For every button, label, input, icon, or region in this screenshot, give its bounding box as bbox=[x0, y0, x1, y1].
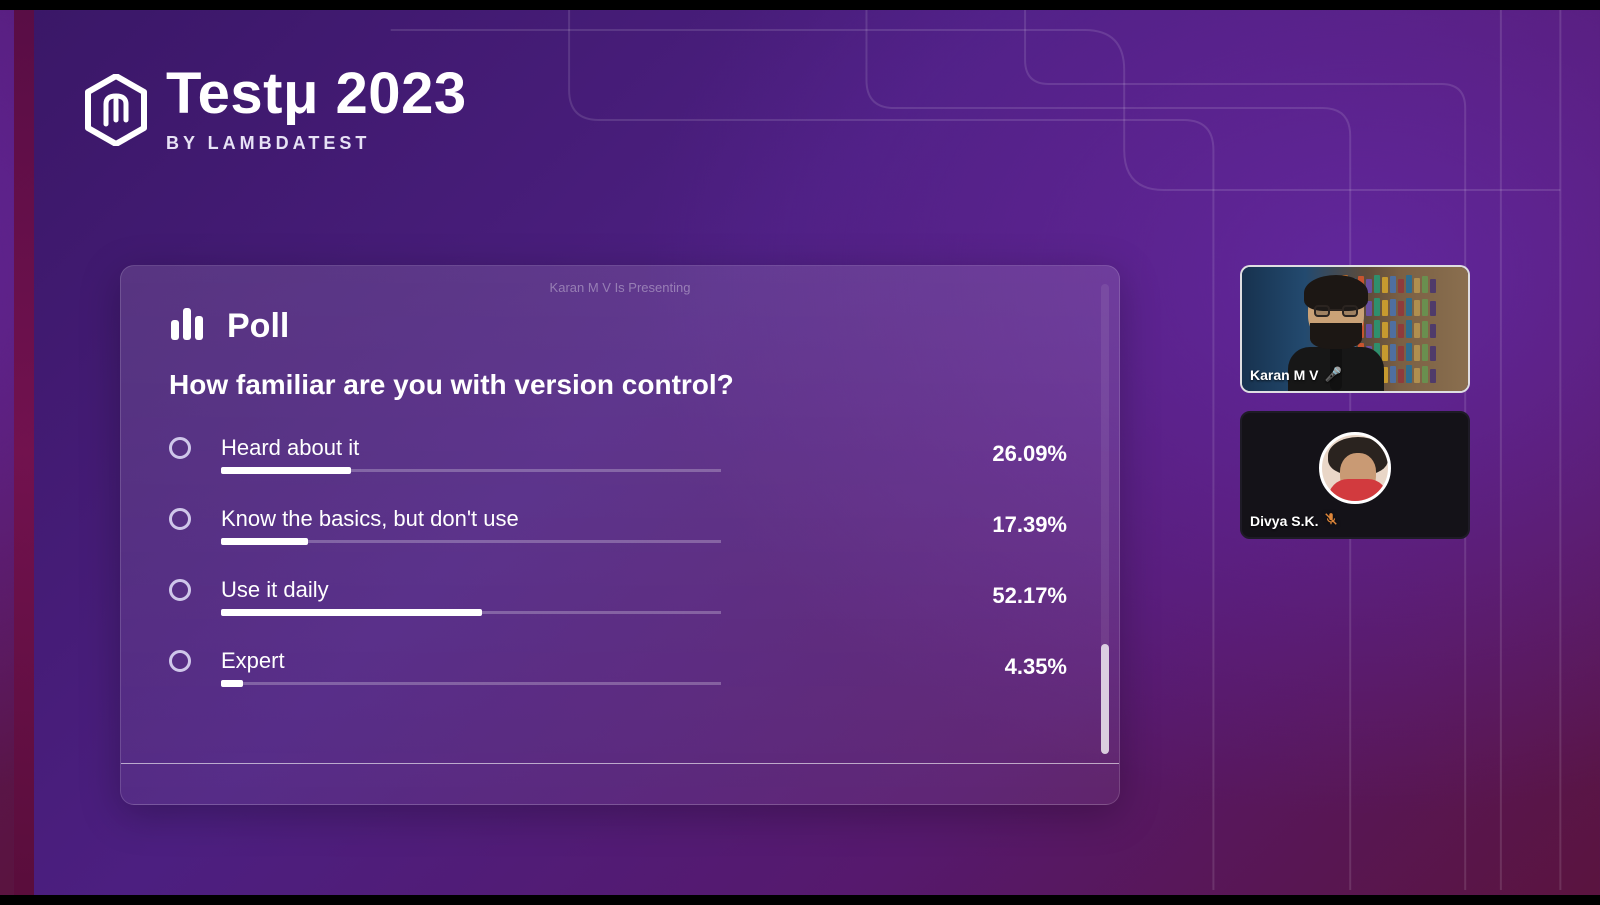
participant-tile-avatar[interactable]: Divya S.K. bbox=[1240, 411, 1470, 539]
poll-section-title: Poll bbox=[227, 307, 289, 346]
poll-radio[interactable] bbox=[169, 508, 191, 530]
participant-tiles: Karan M V 🎤 Divya S.K. bbox=[1240, 265, 1470, 539]
participant-name-badge: Divya S.K. bbox=[1250, 512, 1338, 529]
poll-option-percent: 52.17% bbox=[951, 583, 1071, 609]
poll-bar-fill bbox=[221, 680, 243, 687]
poll-option-label: Heard about it bbox=[221, 435, 933, 461]
participant-name-badge: Karan M V 🎤 bbox=[1250, 366, 1342, 383]
poll-bar-track bbox=[221, 540, 721, 543]
logo-hex-icon bbox=[84, 74, 148, 146]
participant-avatar bbox=[1319, 432, 1391, 504]
event-byline: BY LAMBDATEST bbox=[166, 133, 467, 154]
poll-bar-fill bbox=[221, 538, 308, 545]
poll-bar-track bbox=[221, 682, 721, 685]
poll-options: Heard about it 26.09% Know the basics, b… bbox=[169, 435, 1071, 685]
participant-name: Divya S.K. bbox=[1250, 513, 1318, 529]
poll-option: Know the basics, but don't use 17.39% bbox=[169, 506, 1071, 543]
poll-bar-fill bbox=[221, 609, 482, 616]
poll-option-label: Expert bbox=[221, 648, 933, 674]
participant-name: Karan M V bbox=[1250, 367, 1318, 383]
poll-bar-fill bbox=[221, 467, 351, 474]
poll-option: Use it daily 52.17% bbox=[169, 577, 1071, 614]
mic-icon: 🎤 bbox=[1324, 366, 1341, 383]
poll-option: Heard about it 26.09% bbox=[169, 435, 1071, 472]
poll-option-label: Use it daily bbox=[221, 577, 933, 603]
poll-radio[interactable] bbox=[169, 650, 191, 672]
poll-option-label: Know the basics, but don't use bbox=[221, 506, 933, 532]
poll-icon bbox=[169, 306, 209, 347]
letterbox-bottom bbox=[0, 895, 1600, 905]
poll-option-percent: 4.35% bbox=[951, 654, 1071, 680]
letterbox-top bbox=[0, 0, 1600, 10]
poll-radio[interactable] bbox=[169, 579, 191, 601]
poll-option-percent: 17.39% bbox=[951, 512, 1071, 538]
presenting-note: Karan M V Is Presenting bbox=[550, 280, 691, 295]
presentation-stage: Testμ 2023 BY LAMBDATEST Karan M V Is Pr… bbox=[0, 10, 1600, 895]
poll-card: Karan M V Is Presenting Poll How familia… bbox=[120, 265, 1120, 805]
poll-bar-track bbox=[221, 611, 721, 614]
event-logo: Testμ 2023 BY LAMBDATEST bbox=[84, 65, 467, 154]
poll-option: Expert 4.35% bbox=[169, 648, 1071, 685]
decorative-left-edge bbox=[14, 10, 34, 895]
poll-scrollbar[interactable] bbox=[1101, 284, 1109, 754]
poll-option-percent: 26.09% bbox=[951, 441, 1071, 467]
poll-card-divider bbox=[121, 763, 1119, 764]
event-title: Testμ 2023 bbox=[166, 65, 467, 123]
participant-tile-camera[interactable]: Karan M V 🎤 bbox=[1240, 265, 1470, 393]
poll-bar-track bbox=[221, 469, 721, 472]
poll-question: How familiar are you with version contro… bbox=[169, 369, 1071, 401]
poll-scrollbar-thumb[interactable] bbox=[1101, 644, 1109, 754]
mic-muted-icon bbox=[1324, 512, 1338, 529]
poll-radio[interactable] bbox=[169, 437, 191, 459]
